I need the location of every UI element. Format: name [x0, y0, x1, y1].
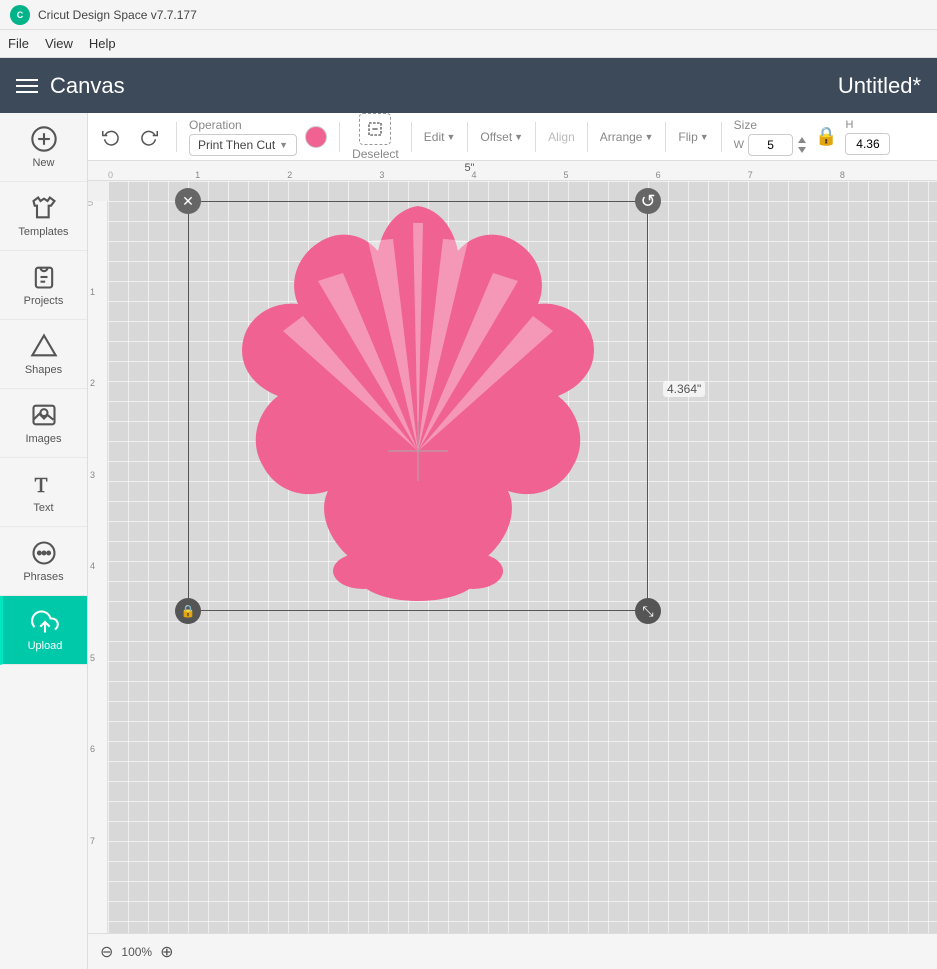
sidebar-item-templates[interactable]: Templates — [0, 182, 87, 251]
svg-text:T: T — [34, 473, 47, 497]
zoom-in-btn[interactable]: ⊕ — [160, 942, 173, 962]
cricut-logo: C — [10, 5, 30, 25]
size-section: Size W — [734, 118, 807, 156]
divider-1 — [176, 122, 177, 152]
size-label: Size — [734, 118, 807, 132]
offset-dropdown[interactable]: ▼ — [514, 132, 523, 142]
ruler-horizontal: 0 1 2 3 4 5 6 7 8 5" — [88, 161, 937, 181]
deselect-button[interactable] — [359, 113, 391, 145]
edit-label: Edit — [424, 130, 445, 144]
main-layout: New Templates Projects Shapes — [0, 113, 937, 969]
toolbar: Operation Print Then Cut ▼ Deselect — [88, 113, 937, 161]
operation-select[interactable]: Print Then Cut ▼ — [189, 134, 297, 156]
sidebar-item-text[interactable]: T Text — [0, 458, 87, 527]
sidebar: New Templates Projects Shapes — [0, 113, 88, 969]
sidebar-shapes-label: Shapes — [25, 364, 62, 376]
clipboard-icon — [30, 263, 58, 291]
sidebar-item-projects[interactable]: Projects — [0, 251, 87, 320]
sidebar-item-new[interactable]: New — [0, 113, 87, 182]
plus-circle-icon — [30, 125, 58, 153]
zoom-out-btn[interactable]: ⊖ — [100, 942, 113, 962]
status-bar: ⊖ 100% ⊕ — [88, 933, 937, 969]
operation-value: Print Then Cut — [198, 138, 275, 152]
menubar: File View Help — [0, 30, 937, 58]
doc-title: Untitled* — [838, 73, 921, 99]
canvas-title: Canvas — [50, 73, 125, 99]
color-swatch[interactable] — [305, 126, 327, 148]
text-icon: T — [30, 470, 58, 498]
menu-file[interactable]: File — [8, 36, 29, 51]
arrange-dropdown[interactable]: ▼ — [644, 132, 653, 142]
divider-3 — [411, 122, 412, 152]
sidebar-upload-label: Upload — [28, 640, 63, 652]
align-label: Align — [548, 130, 575, 144]
height-dimension: 4.364" — [663, 381, 705, 397]
redo-icon — [140, 128, 158, 146]
sidebar-phrases-label: Phrases — [23, 571, 63, 583]
flip-dropdown[interactable]: ▼ — [700, 132, 709, 142]
divider-5 — [535, 122, 536, 152]
edit-section: Edit ▼ — [424, 130, 456, 144]
size-h-input[interactable] — [845, 133, 890, 155]
arrange-label: Arrange — [600, 130, 643, 144]
size-inputs: W — [734, 134, 807, 156]
operation-label: Operation — [189, 118, 297, 132]
sidebar-templates-label: Templates — [18, 226, 68, 238]
sidebar-item-upload[interactable]: Upload — [0, 596, 87, 665]
deselect-section: Deselect — [352, 113, 399, 161]
deselect-icon — [367, 121, 383, 137]
phrases-icon — [30, 539, 58, 567]
deselect-label: Deselect — [352, 147, 399, 161]
offset-label: Offset — [480, 130, 512, 144]
operation-dropdown-arrow: ▼ — [279, 140, 288, 150]
upload-icon — [31, 608, 59, 636]
size-w-input[interactable] — [748, 134, 793, 156]
ruler-with-canvas: 0 1 2 3 4 5 6 7 8 5" 0 — [88, 161, 937, 933]
sidebar-new-label: New — [32, 157, 54, 169]
ruler-vertical: 0 1 2 3 4 5 6 7 — [88, 201, 108, 933]
offset-section: Offset ▼ — [480, 130, 523, 144]
sidebar-text-label: Text — [33, 502, 53, 514]
edit-dropdown[interactable]: ▼ — [446, 132, 455, 142]
undo-icon — [102, 128, 120, 146]
shapes-icon — [30, 332, 58, 360]
sidebar-item-shapes[interactable]: Shapes — [0, 320, 87, 389]
divider-8 — [721, 122, 722, 152]
menu-help[interactable]: Help — [89, 36, 116, 51]
sidebar-projects-label: Projects — [24, 295, 64, 307]
divider-6 — [587, 122, 588, 152]
arrange-section: Arrange ▼ — [600, 130, 654, 144]
divider-7 — [665, 122, 666, 152]
header: Canvas Untitled* — [0, 58, 937, 113]
sidebar-item-images[interactable]: Images — [0, 389, 87, 458]
align-section: Align — [548, 130, 575, 144]
redo-button[interactable] — [134, 124, 164, 150]
canvas-container: Operation Print Then Cut ▼ Deselect — [88, 113, 937, 969]
divider-4 — [467, 122, 468, 152]
grid-canvas: ✕ ↺ 🔒 ⤡ 4.364" — [108, 181, 937, 933]
size-h-section: H — [845, 119, 890, 155]
sidebar-images-label: Images — [25, 433, 61, 445]
zoom-level: 100% — [121, 945, 152, 959]
undo-button[interactable] — [96, 124, 126, 150]
lock-icon[interactable]: 🔒 — [815, 126, 837, 147]
sidebar-item-phrases[interactable]: Phrases — [0, 527, 87, 596]
divider-2 — [339, 122, 340, 152]
images-icon — [30, 401, 58, 429]
ruler-h-inner: 0 1 2 3 4 5 6 7 8 5" — [108, 161, 937, 180]
stepper-arrows-icon — [797, 135, 807, 155]
canvas-with-vruler: 0 1 2 3 4 5 6 7 — [88, 181, 937, 933]
app-title: Cricut Design Space v7.7.177 — [38, 8, 197, 22]
flip-label: Flip — [678, 130, 697, 144]
titlebar: C Cricut Design Space v7.7.177 — [0, 0, 937, 30]
seashell-shape[interactable] — [188, 201, 648, 611]
ruler-v-inner: 0 1 2 3 4 5 6 7 — [88, 201, 107, 933]
header-left: Canvas — [16, 73, 125, 99]
menu-view[interactable]: View — [45, 36, 73, 51]
hamburger-menu[interactable] — [16, 79, 38, 93]
flip-section: Flip ▼ — [678, 130, 708, 144]
shirt-icon — [30, 194, 58, 222]
operation-section: Operation Print Then Cut ▼ — [189, 118, 297, 156]
width-indicator: 5" — [464, 162, 474, 174]
